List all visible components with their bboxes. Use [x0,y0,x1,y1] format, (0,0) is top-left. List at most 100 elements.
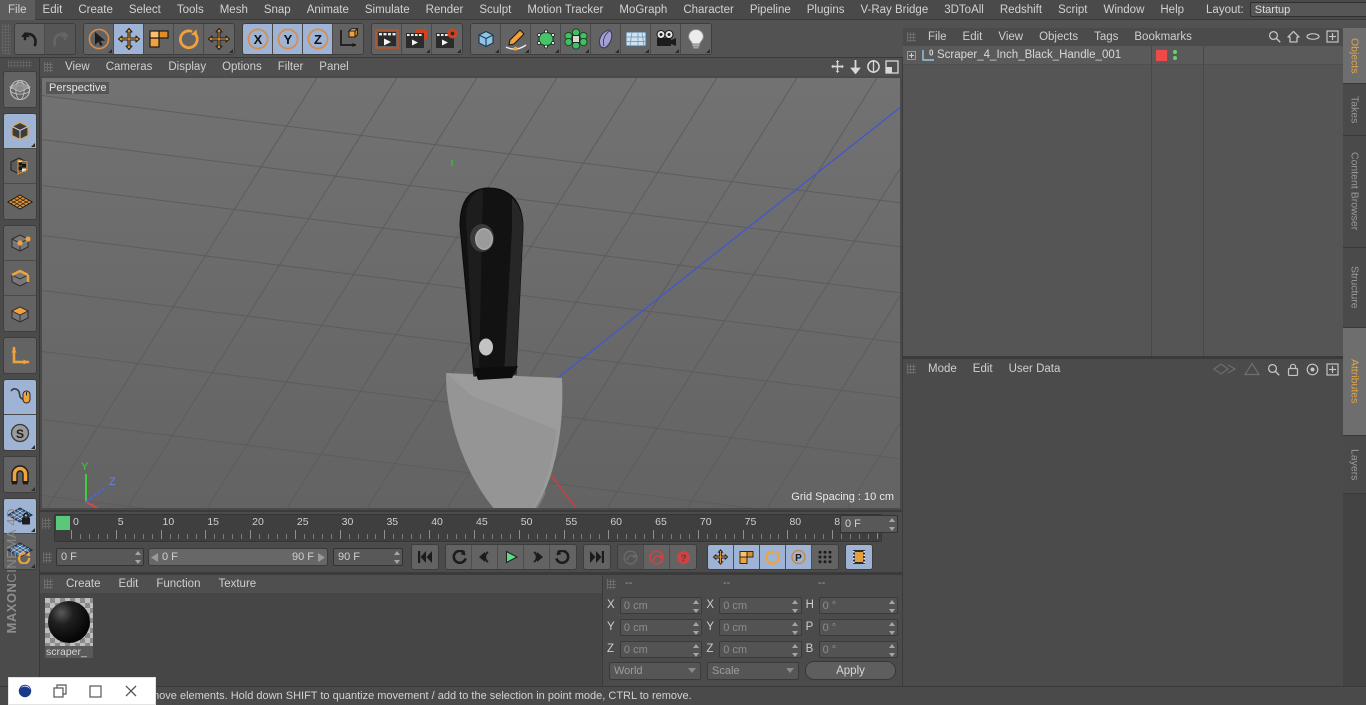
previous-key-button[interactable] [446,545,472,569]
rotation-field[interactable]: 0 ° [818,618,899,636]
nurbs-generator-button[interactable] [531,23,561,54]
coordinates-grip[interactable] [607,579,616,589]
tool-expand-corner[interactable] [706,48,710,53]
deformer-button[interactable] [591,23,621,54]
rotation-field[interactable]: 0 ° [818,596,899,614]
rotate-tool-button[interactable] [174,23,204,54]
material-tag-icon[interactable] [1155,48,1168,62]
animation-layer-icon[interactable] [1213,362,1237,379]
menu-item-create[interactable]: Create [70,0,121,20]
point-mode-button[interactable] [3,226,36,261]
magnet-button[interactable] [3,457,36,492]
menu-item-motion-tracker[interactable]: Motion Tracker [519,0,611,20]
timeline-grip[interactable] [42,518,51,529]
xpresso-icon[interactable] [1243,362,1261,379]
preview-range-bar[interactable]: 0 F 90 F [148,548,328,566]
polygon-grid-mode-button[interactable] [3,184,36,219]
move-axis-tool-button[interactable] [204,23,234,54]
size-field[interactable]: 0 cm [719,618,802,636]
position-field[interactable]: 0 cm [619,640,703,658]
timeline-view-button[interactable] [846,545,872,569]
rotation-spinner[interactable] [888,599,895,613]
render-view-button[interactable] [372,23,402,54]
go-to-end-button[interactable] [584,545,610,569]
live-selection-tool-button[interactable] [84,23,114,54]
tool-expand-corner[interactable] [457,48,461,53]
home-icon[interactable] [1287,30,1300,46]
material-menu-edit[interactable]: Edit [110,575,148,593]
object-manager-tree[interactable]: 0 Scraper_4_Inch_Black_Handle_001 [903,46,1343,356]
rotation-spinner[interactable] [888,621,895,635]
current-frame-spinner[interactable] [888,518,895,531]
keyframe-selection-button[interactable]: ? [670,545,696,569]
menu-item-character[interactable]: Character [675,0,742,20]
tool-expand-corner[interactable] [30,564,35,568]
attributes-menu-edit[interactable]: Edit [965,359,1001,379]
dock-tab-content-browser[interactable]: Content Browser [1343,136,1366,248]
object-menu-bookmarks[interactable]: Bookmarks [1126,28,1200,46]
spline-pen-button[interactable] [501,23,531,54]
apply-button[interactable]: Apply [805,661,896,680]
position-spinner[interactable] [692,643,699,657]
attributes-grip[interactable] [907,364,916,374]
tool-expand-corner[interactable] [645,48,649,53]
attributes-menu-user-data[interactable]: User Data [1001,359,1069,379]
soft-selection-button[interactable]: S [3,415,36,450]
environment-floor-button[interactable] [621,23,651,54]
layout-dropdown[interactable]: Startup [1249,2,1366,17]
add-tab-icon[interactable] [1326,362,1339,379]
tool-expand-corner[interactable] [675,48,679,53]
menu-item-plugins[interactable]: Plugins [799,0,853,20]
menu-item-tools[interactable]: Tools [169,0,212,20]
size-field[interactable]: 0 cm [719,640,802,658]
tool-expand-corner[interactable] [525,48,529,53]
rotation-spinner[interactable] [888,643,895,657]
menu-item-simulate[interactable]: Simulate [357,0,418,20]
start-frame-field[interactable]: 0 F [56,548,144,566]
cube-primitive-button[interactable] [471,23,501,54]
timeline-ruler[interactable]: 051015202530354045505560657075808590 [54,514,891,542]
menu-item-snap[interactable]: Snap [256,0,299,20]
record-active-objects-button[interactable] [618,545,644,569]
menu-item-select[interactable]: Select [121,0,169,20]
current-frame-marker[interactable] [56,516,70,530]
next-key-button[interactable] [550,545,576,569]
tool-expand-corner[interactable] [30,143,35,147]
tool-expand-corner[interactable] [495,48,499,53]
viewport-menu-options[interactable]: Options [214,58,270,76]
menu-item-3dtoall[interactable]: 3DToAll [936,0,992,20]
material-manager-body[interactable]: scraper_ [40,593,602,686]
search-icon[interactable] [1267,363,1280,379]
menu-item-window[interactable]: Window [1095,0,1152,20]
menu-item-mesh[interactable]: Mesh [212,0,256,20]
viewport-menu-view[interactable]: View [57,58,98,76]
scale-tool-button[interactable] [144,23,174,54]
rotate-viewport-icon[interactable] [866,59,881,77]
light-button[interactable] [681,23,711,54]
lock-x-axis-button[interactable]: X [243,23,273,54]
menu-item-render[interactable]: Render [418,0,472,20]
toolbar-grip[interactable] [2,23,11,54]
position-field[interactable]: 0 cm [619,618,703,636]
end-frame-field[interactable]: 90 F [333,548,403,566]
dock-tab-structure[interactable]: Structure [1343,248,1366,328]
tool-expand-corner[interactable] [426,48,430,53]
polygon-object-icon[interactable]: 0 [919,48,937,62]
axis-mode-button[interactable] [3,338,36,373]
menu-item-script[interactable]: Script [1050,0,1095,20]
undo-button[interactable] [15,23,45,54]
viewport-menu-filter[interactable]: Filter [270,58,312,76]
dolly-viewport-icon[interactable] [849,59,862,77]
size-mode-dropdown[interactable]: Scale [707,661,799,680]
size-spinner[interactable] [792,599,799,613]
position-key-button[interactable] [708,545,734,569]
expand-toggle[interactable] [903,50,919,60]
menu-item-file[interactable]: File [0,0,35,20]
menu-item-mograph[interactable]: MoGraph [611,0,675,20]
maximize-window-icon[interactable] [77,684,113,698]
tool-expand-corner[interactable] [229,48,233,53]
material-preview[interactable] [45,598,93,646]
size-field[interactable]: 0 cm [719,596,802,614]
playback-grip[interactable] [43,551,52,563]
position-spinner[interactable] [692,621,699,635]
